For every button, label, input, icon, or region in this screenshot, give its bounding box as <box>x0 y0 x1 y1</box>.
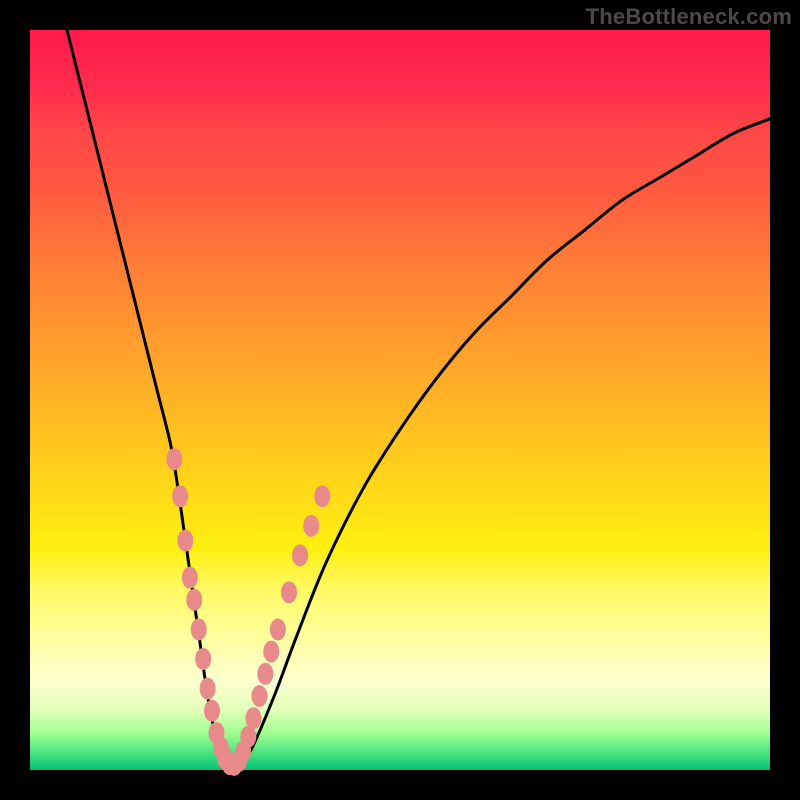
watermark-text: TheBottleneck.com <box>586 4 792 30</box>
chart-container: TheBottleneck.com <box>0 0 800 800</box>
plot-area <box>30 30 770 770</box>
